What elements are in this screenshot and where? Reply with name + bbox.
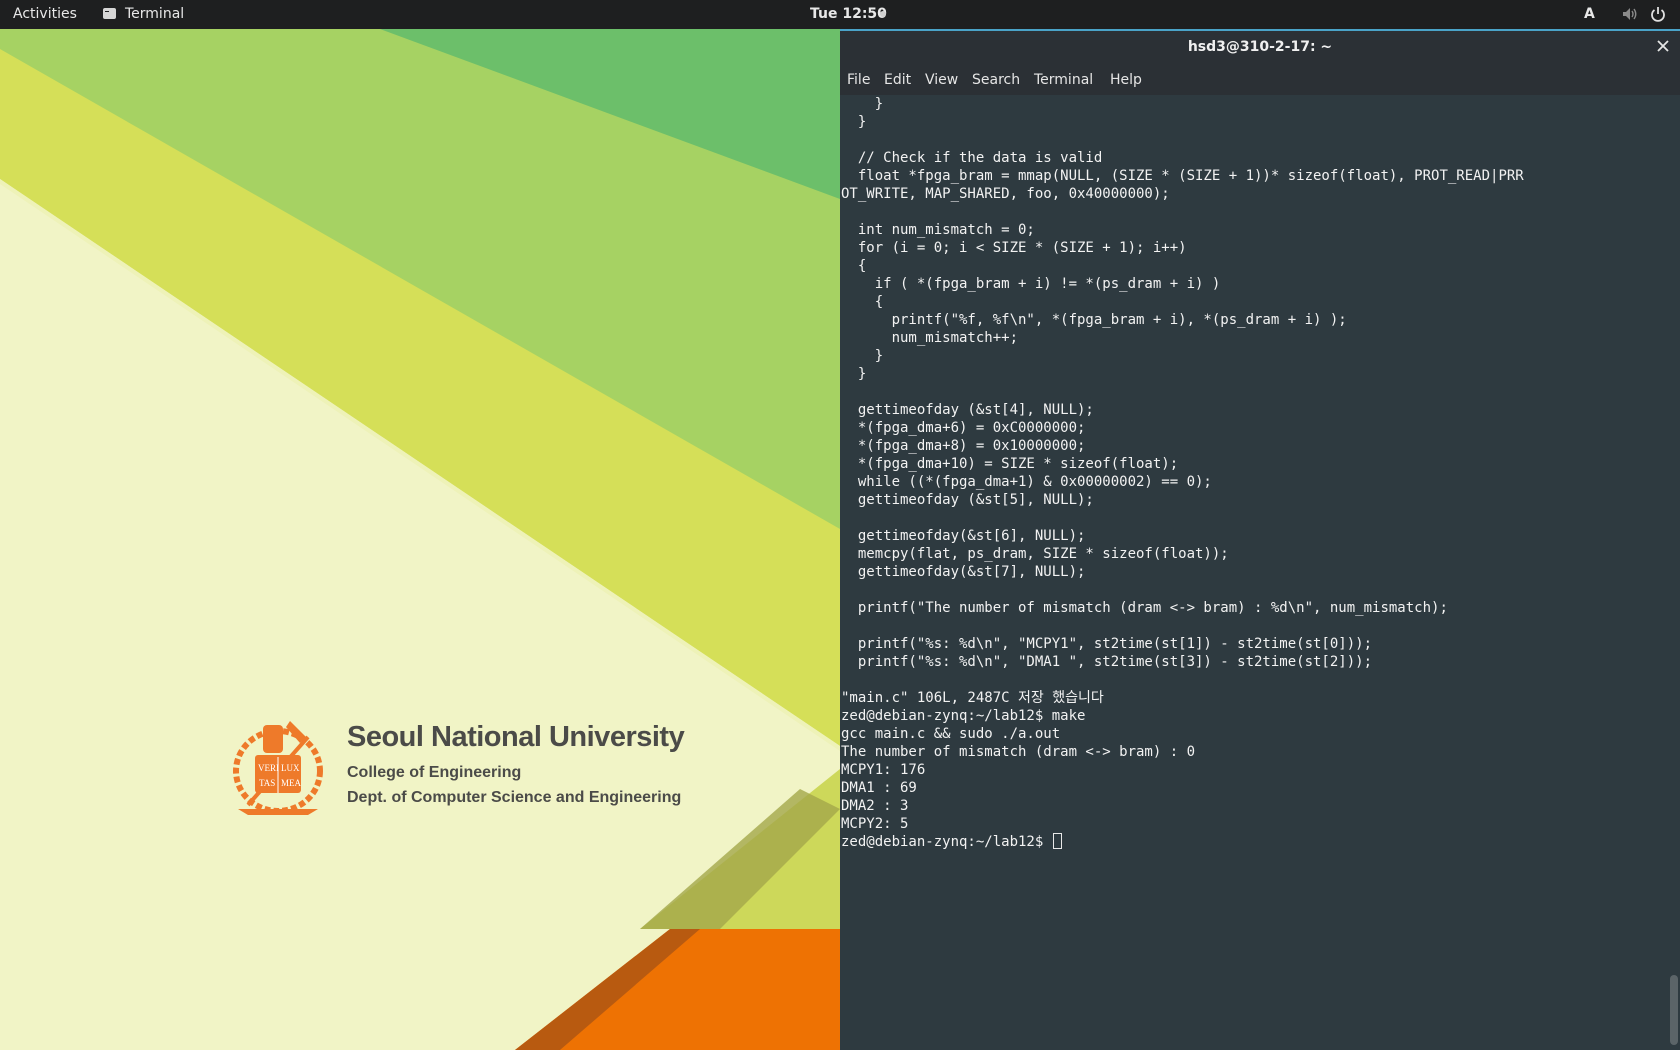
terminal-line: printf("The number of mismatch (dram <->… <box>841 600 1448 616</box>
terminal-line: DMA1 : 69 <box>841 780 917 796</box>
power-icon[interactable] <box>1650 6 1666 22</box>
terminal-line: gettimeofday (&st[5], NULL); <box>841 492 1094 508</box>
university-name: Seoul National University <box>347 721 685 753</box>
terminal-line: OT_WRITE, MAP_SHARED, foo, 0x40000000); <box>841 186 1170 202</box>
terminal-text: } } // Check if the data is valid float … <box>840 95 1666 851</box>
app-menu-label: Terminal <box>125 6 185 22</box>
terminal-prompt-line: zed@debian-zynq:~/lab12$ <box>841 833 1666 851</box>
terminal-menubar: File Edit View Search Terminal Help <box>840 65 1680 95</box>
terminal-line: { <box>841 258 867 274</box>
terminal-output[interactable]: } } // Check if the data is valid float … <box>840 95 1666 1050</box>
terminal-line: gettimeofday(&st[6], NULL); <box>841 528 1086 544</box>
screen: Activities Terminal Tue 12:50 A VERI LUX… <box>0 0 1680 1050</box>
terminal-line: printf("%s: %d\n", "MCPY1", st2time(st[1… <box>841 636 1373 652</box>
app-menu-button[interactable]: Terminal <box>103 6 184 22</box>
text-cursor <box>1052 833 1062 849</box>
snu-seal-logo: VERI LUX TAS MEA <box>233 721 323 815</box>
terminal-line: MCPY2: 5 <box>841 816 909 832</box>
terminal-line: *(fpga_dma+6) = 0xC0000000; <box>841 420 1086 436</box>
terminal-line: gettimeofday(&st[7], NULL); <box>841 564 1086 580</box>
seal-text-veri: VERI <box>258 763 279 773</box>
activities-button[interactable]: Activities <box>13 6 77 22</box>
terminal-line: *(fpga_dma+8) = 0x10000000; <box>841 438 1086 454</box>
terminal-line: gettimeofday (&st[4], NULL); <box>841 402 1094 418</box>
terminal-line: printf("%s: %d\n", "DMA1 ", st2time(st[3… <box>841 654 1373 670</box>
desktop-wallpaper: VERI LUX TAS MEA Seoul National Universi… <box>0 29 840 1050</box>
top-bar: Activities Terminal Tue 12:50 A <box>0 0 1680 29</box>
wallpaper-graphic <box>0 29 840 1050</box>
seal-text-mea: MEA <box>281 778 302 788</box>
terminal-line: "main.c" 106L, 2487C 저장 했습니다 <box>841 690 1104 706</box>
terminal-line: num_mismatch++; <box>841 330 1019 346</box>
scrollbar-thumb[interactable] <box>1670 975 1678 1045</box>
terminal-line: } <box>841 114 867 130</box>
seal-text-tas: TAS <box>259 778 275 788</box>
terminal-line: } <box>841 96 884 112</box>
menu-view[interactable]: View <box>925 72 958 88</box>
menu-help[interactable]: Help <box>1110 72 1142 88</box>
close-icon[interactable] <box>1656 39 1670 53</box>
terminal-scrollbar[interactable] <box>1666 95 1680 1050</box>
terminal-line: } <box>841 366 867 382</box>
college-name: College of Engineering <box>347 764 522 781</box>
notification-dot-icon <box>880 11 886 17</box>
terminal-line: printf("%f, %f\n", *(fpga_bram + i), *(p… <box>841 312 1347 328</box>
terminal-line: MCPY1: 176 <box>841 762 926 778</box>
input-method-indicator[interactable]: A <box>1584 6 1595 22</box>
terminal-line: while ((*(fpga_dma+1) & 0x00000002) == 0… <box>841 474 1212 490</box>
menu-terminal[interactable]: Terminal <box>1034 72 1093 88</box>
shell-prompt: zed@debian-zynq:~/lab12$ <box>841 834 1052 850</box>
terminal-line: if ( *(fpga_bram + i) != *(ps_dram + i) … <box>841 276 1221 292</box>
terminal-line: // Check if the data is valid <box>841 150 1103 166</box>
terminal-line: memcpy(flat, ps_dram, SIZE * sizeof(floa… <box>841 546 1229 562</box>
volume-icon[interactable] <box>1622 7 1638 21</box>
terminal-line: { <box>841 294 884 310</box>
terminal-line: gcc main.c && sudo ./a.out <box>841 726 1061 742</box>
terminal-app-icon <box>103 8 116 19</box>
menu-search[interactable]: Search <box>972 72 1020 88</box>
terminal-line: *(fpga_dma+10) = SIZE * sizeof(float); <box>841 456 1179 472</box>
menu-file[interactable]: File <box>847 72 870 88</box>
terminal-line: } <box>841 348 884 364</box>
department-name: Dept. of Computer Science and Engineerin… <box>347 789 682 806</box>
terminal-line: zed@debian-zynq:~/lab12$ make <box>841 708 1086 724</box>
terminal-line: The number of mismatch (dram <-> bram) :… <box>841 744 1196 760</box>
university-wordmark: Seoul National University College of Eng… <box>347 721 685 807</box>
clock[interactable]: Tue 12:50 <box>810 6 887 22</box>
terminal-line: DMA2 : 3 <box>841 798 909 814</box>
menu-edit[interactable]: Edit <box>884 72 911 88</box>
terminal-titlebar[interactable]: hsd3@310-2-17: ~ <box>840 31 1680 65</box>
window-title: hsd3@310-2-17: ~ <box>1187 39 1333 55</box>
seal-text-lux: LUX <box>281 763 300 773</box>
terminal-line: int num_mismatch = 0; <box>841 222 1035 238</box>
terminal-line: for (i = 0; i < SIZE * (SIZE + 1); i++) <box>841 240 1187 256</box>
terminal-line: float *fpga_bram = mmap(NULL, (SIZE * (S… <box>841 168 1524 184</box>
terminal-window[interactable]: hsd3@310-2-17: ~ File Edit View Search T… <box>840 29 1680 1050</box>
